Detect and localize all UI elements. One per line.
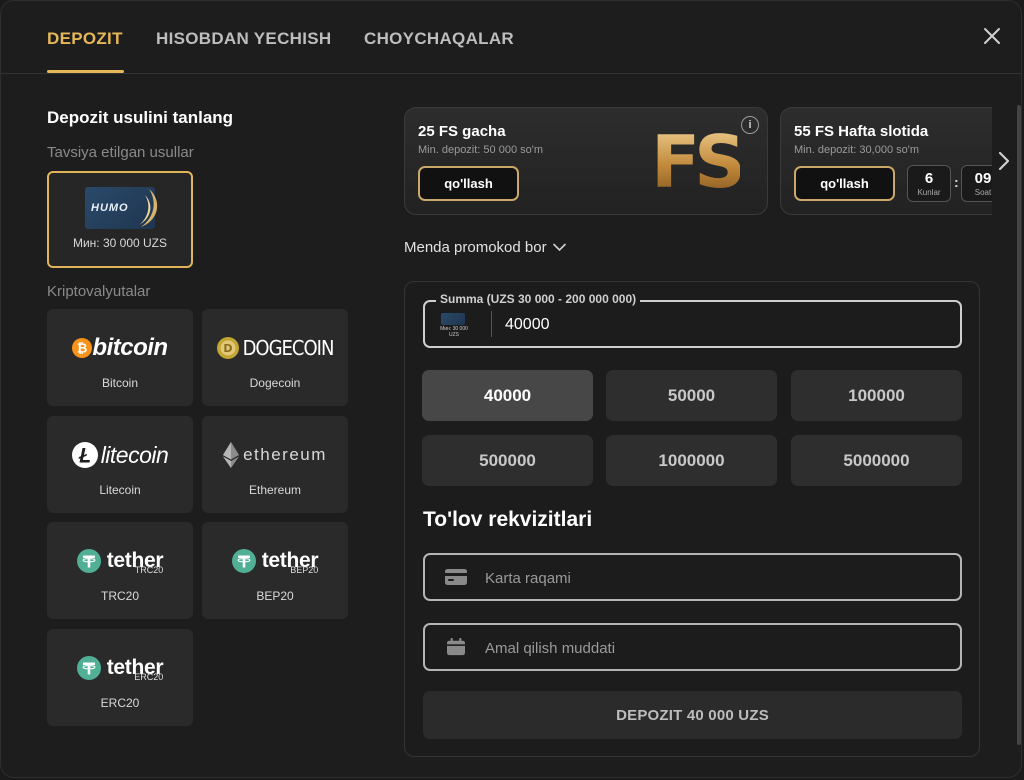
requisites-title: To'lov rekvizitlari	[423, 508, 593, 531]
dogecoin-logo-text: DOGECOIN	[242, 336, 335, 360]
method-label: Ethereum	[248, 483, 302, 497]
quick-amount-5000000[interactable]: 5000000	[791, 435, 962, 486]
humo-logo: HUMO	[85, 187, 158, 229]
promo-title: 25 FS gacha	[418, 123, 506, 140]
close-icon[interactable]	[983, 27, 1001, 45]
promo-card-55fs: 55 FS Hafta slotida Min. depozit: 30,000…	[780, 107, 992, 215]
method-label: Litecoin	[99, 483, 141, 497]
amount-input[interactable]	[505, 313, 945, 337]
chevron-right-icon[interactable]	[997, 151, 1011, 171]
credit-card-icon	[445, 569, 467, 585]
card-number-field[interactable]	[423, 553, 962, 601]
section-title: Depozit usulini tanlang	[47, 108, 234, 127]
quick-amount-100000[interactable]: 100000	[791, 370, 962, 421]
timer-days: 6 Kunlar	[907, 165, 951, 202]
quick-amount-500000[interactable]: 500000	[422, 435, 593, 486]
chevron-down-icon	[552, 243, 566, 252]
quick-amount-1000000[interactable]: 1000000	[606, 435, 777, 486]
ethereum-icon	[223, 442, 240, 468]
promo-code-toggle-label: Menda promokod bor	[404, 239, 547, 256]
method-label: BEP20	[256, 589, 294, 603]
tether-icon	[76, 549, 101, 573]
apply-promo-button[interactable]: qo'llash	[794, 166, 895, 201]
active-tab-indicator	[47, 70, 124, 73]
method-card-tether-erc20[interactable]: tether ERC20 ERC20	[47, 629, 193, 726]
tether-icon	[76, 656, 101, 680]
humo-wing-icon	[139, 189, 158, 227]
method-card-litecoin[interactable]: litecoin Litecoin	[47, 416, 193, 513]
promo-title: 55 FS Hafta slotida	[794, 123, 929, 140]
ethereum-logo-text: ethereum	[243, 445, 327, 464]
deposit-modal: DEPOZIT HISOBDAN YECHISH CHOYCHAQALAR De…	[0, 0, 1022, 778]
tether-network: BEP20	[290, 565, 319, 575]
method-label: Bitcoin	[101, 376, 139, 390]
bitcoin-icon: ₿	[72, 338, 93, 358]
method-card-tether-bep20[interactable]: tether BEP20 BEP20	[202, 522, 348, 619]
humo-mini-logo: Мин: 30 000 UZS	[437, 313, 471, 338]
method-card-tether-trc20[interactable]: tether TRC20 TRC20	[47, 522, 193, 619]
dogecoin-icon: D	[216, 337, 239, 359]
fs-art-text: FS	[651, 120, 746, 204]
tether-network: ERC20	[134, 672, 164, 682]
tab-bar: DEPOZIT HISOBDAN YECHISH CHOYCHAQALAR	[1, 1, 1021, 74]
tab-choychaqalar[interactable]: CHOYCHAQALAR	[364, 29, 514, 49]
amount-field[interactable]: Summa (UZS 30 000 - 200 000 000) Мин: 30…	[423, 292, 962, 348]
deposit-form: Summa (UZS 30 000 - 200 000 000) Мин: 30…	[404, 281, 980, 757]
quick-amount-50000[interactable]: 50000	[606, 370, 777, 421]
bitcoin-logo-text: bitcoin	[92, 334, 168, 361]
crypto-label: Kriptovalyutalar	[47, 283, 151, 300]
promo-code-toggle[interactable]: Menda promokod bor	[404, 239, 566, 256]
method-card-bitcoin[interactable]: ₿ bitcoin Bitcoin	[47, 309, 193, 406]
method-card-dogecoin[interactable]: D DOGECOIN Dogecoin	[202, 309, 348, 406]
svg-text:₿: ₿	[77, 342, 88, 357]
recommended-label: Tavsiya etilgan usullar	[47, 144, 194, 161]
method-label: ERC20	[100, 696, 140, 710]
tab-hisobdan-yechish[interactable]: HISOBDAN YECHISH	[156, 29, 331, 49]
scrollbar[interactable]	[1017, 105, 1021, 745]
litecoin-logo-text: litecoin	[100, 441, 169, 468]
method-card-humo[interactable]: HUMO Мин: 30 000 UZS	[47, 171, 193, 268]
promo-min-deposit: Min. depozit: 30,000 so'm	[794, 144, 920, 156]
promo-min-deposit: Min. depozit: 50 000 so'm	[418, 144, 544, 156]
info-icon[interactable]: i	[741, 116, 759, 134]
deposit-submit-button[interactable]: DEPOZIT 40 000 UZS	[423, 691, 962, 739]
expiry-input[interactable]	[485, 636, 945, 660]
tether-icon	[231, 549, 256, 573]
calendar-icon	[447, 638, 465, 656]
apply-promo-button[interactable]: qo'llash	[418, 166, 519, 201]
quick-amount-40000[interactable]: 40000	[422, 370, 593, 421]
promo-card-25fs: 25 FS gacha Min. depozit: 50 000 so'm qo…	[404, 107, 768, 215]
method-label: Dogecoin	[249, 376, 301, 390]
timer-hours: 09 Soat	[961, 165, 992, 202]
litecoin-icon	[71, 442, 98, 468]
card-number-input[interactable]	[485, 566, 945, 590]
method-card-ethereum[interactable]: ethereum Ethereum	[202, 416, 348, 513]
method-label: TRC20	[100, 589, 139, 603]
svg-text:D: D	[223, 342, 232, 355]
timer-separator: :	[954, 174, 959, 190]
tether-network: TRC20	[134, 565, 164, 575]
tab-depozit[interactable]: DEPOZIT	[47, 29, 123, 49]
method-min-label: Мин: 30 000 UZS	[72, 236, 168, 250]
expiry-field[interactable]	[423, 623, 962, 671]
amount-label: Summa (UZS 30 000 - 200 000 000)	[436, 292, 641, 306]
